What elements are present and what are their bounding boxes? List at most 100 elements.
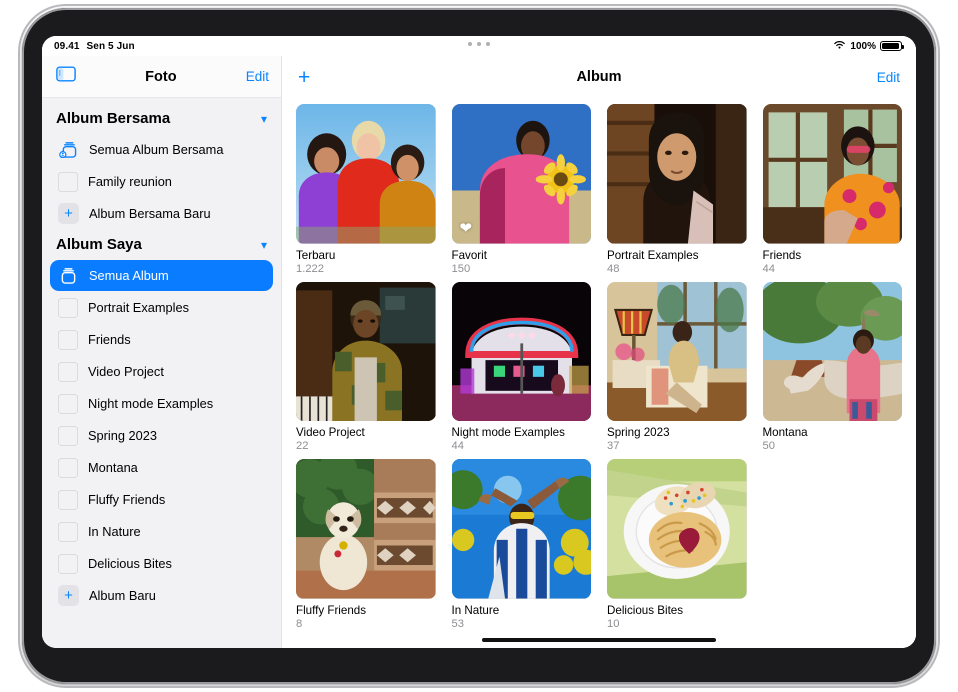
album-thumbnail — [58, 458, 78, 478]
heart-icon: ❤ — [460, 221, 473, 236]
album-cover[interactable] — [763, 104, 903, 244]
album-cell[interactable]: Delicious Bites10 — [607, 459, 747, 630]
album-cell[interactable]: Fluffy Friends8 — [296, 459, 436, 630]
sidebar-item-label: Video Project — [88, 364, 164, 379]
shared-albums-icon — [58, 141, 79, 158]
dot — [486, 42, 490, 46]
album-cell[interactable]: Friends44 — [763, 104, 903, 275]
album-name: Terbaru — [296, 249, 436, 262]
album-cell[interactable]: ◆ ◆ ◆ Night mode Examples44 — [452, 282, 592, 453]
album-count: 50 — [763, 440, 903, 452]
album-cover[interactable] — [296, 104, 436, 244]
sidebar-item-in-nature[interactable]: In Nature — [50, 516, 273, 547]
sidebar-header: Foto Edit — [42, 56, 281, 98]
album-cover[interactable] — [607, 282, 747, 422]
sidebar-item-portrait-examples[interactable]: Portrait Examples — [50, 292, 273, 323]
sidebar-toggle-icon[interactable] — [56, 66, 76, 87]
album-name: Favorit — [452, 249, 592, 262]
sidebar: Foto Edit Album Bersama▾Semua Album Bers… — [42, 56, 282, 648]
sidebar-item-spring-2023[interactable]: Spring 2023 — [50, 420, 273, 451]
sidebar-item-label: Album Bersama Baru — [89, 206, 211, 221]
album-thumbnail — [58, 490, 78, 510]
albums-grid: Terbaru1.222❤Favorit150Portrait Examples… — [282, 98, 916, 630]
sidebar-list[interactable]: Album Bersama▾Semua Album BersamaFamily … — [42, 98, 281, 648]
main-header: + Album Edit — [282, 56, 916, 98]
plus-icon: + — [58, 203, 79, 224]
sidebar-item-montana[interactable]: Montana — [50, 452, 273, 483]
sidebar-item-label: Montana — [88, 460, 138, 475]
album-count: 44 — [452, 440, 592, 452]
album-cover[interactable]: ❤ — [452, 104, 592, 244]
album-cover[interactable]: ◆ ◆ ◆ — [452, 282, 592, 422]
dot — [477, 42, 481, 46]
album-cell[interactable]: Terbaru1.222 — [296, 104, 436, 275]
sidebar-item-label: Album Baru — [89, 588, 156, 603]
sidebar-item-label: Family reunion — [88, 174, 172, 189]
sidebar-item-delicious-bites[interactable]: Delicious Bites — [50, 548, 273, 579]
album-cover[interactable] — [296, 282, 436, 422]
album-count: 8 — [296, 618, 436, 630]
sidebar-section-header[interactable]: Album Saya▾ — [42, 230, 281, 259]
album-name: Friends — [763, 249, 903, 262]
album-thumbnail — [58, 298, 78, 318]
album-cover[interactable] — [607, 459, 747, 599]
album-count: 22 — [296, 440, 436, 452]
chevron-down-icon[interactable]: ▾ — [261, 112, 267, 126]
album-thumbnail — [58, 172, 78, 192]
sidebar-item-label: Friends — [88, 332, 131, 347]
sidebar-item-video-project[interactable]: Video Project — [50, 356, 273, 387]
sidebar-item-label: Semua Album Bersama — [89, 142, 223, 157]
album-name: Spring 2023 — [607, 426, 747, 439]
page-title: Album — [324, 69, 874, 85]
album-cell[interactable]: Montana50 — [763, 282, 903, 453]
album-name: Delicious Bites — [607, 604, 747, 617]
album-count: 10 — [607, 618, 747, 630]
sidebar-section-title: Album Saya — [56, 236, 261, 253]
home-indicator-bar — [282, 630, 916, 649]
sidebar-item-semua-album[interactable]: Semua Album — [50, 260, 273, 291]
album-count: 48 — [607, 263, 747, 275]
main-panel: + Album Edit Terbaru1.222❤Favorit150Port… — [282, 56, 916, 648]
album-cell[interactable]: Spring 202337 — [607, 282, 747, 453]
album-cell[interactable]: Video Project22 — [296, 282, 436, 453]
album-thumbnail — [58, 330, 78, 350]
album-cover[interactable] — [607, 104, 747, 244]
main-edit-button[interactable]: Edit — [874, 70, 900, 85]
chevron-down-icon[interactable]: ▾ — [261, 238, 267, 252]
album-thumbnail — [58, 522, 78, 542]
sidebar-item-semua-album-bersama[interactable]: Semua Album Bersama — [50, 134, 273, 165]
album-thumbnail — [58, 362, 78, 382]
sidebar-item-night-mode-examples[interactable]: Night mode Examples — [50, 388, 273, 419]
album-name: Fluffy Friends — [296, 604, 436, 617]
content-area: Foto Edit Album Bersama▾Semua Album Bers… — [42, 56, 916, 648]
sidebar-item-label: Fluffy Friends — [88, 492, 165, 507]
album-count: 44 — [763, 263, 903, 275]
sidebar-edit-button[interactable]: Edit — [246, 69, 269, 84]
status-bar: 09.41 Sen 5 Jun 100% — [42, 36, 916, 56]
album-name: Night mode Examples — [452, 426, 592, 439]
album-cell[interactable]: In Nature53 — [452, 459, 592, 630]
album-cover[interactable] — [296, 459, 436, 599]
sidebar-section-header[interactable]: Album Bersama▾ — [42, 104, 281, 133]
sidebar-item-family-reunion[interactable]: Family reunion — [50, 166, 273, 197]
sidebar-item-label: Semua Album — [89, 268, 169, 283]
album-thumbnail — [58, 426, 78, 446]
sidebar-item-fluffy-friends[interactable]: Fluffy Friends — [50, 484, 273, 515]
album-thumbnail — [58, 554, 78, 574]
albums-stack-icon — [58, 267, 79, 284]
ipad-screen: 09.41 Sen 5 Jun 100% — [42, 36, 916, 648]
multitasking-dots-icon[interactable] — [42, 42, 916, 46]
add-album-button[interactable]: + — [298, 67, 324, 88]
album-cover[interactable] — [452, 459, 592, 599]
sidebar-item-label: Spring 2023 — [88, 428, 157, 443]
sidebar-section-title: Album Bersama — [56, 110, 261, 127]
album-cover[interactable] — [763, 282, 903, 422]
album-cell[interactable]: Portrait Examples48 — [607, 104, 747, 275]
album-count: 53 — [452, 618, 592, 630]
album-name: Portrait Examples — [607, 249, 747, 262]
sidebar-item-friends[interactable]: Friends — [50, 324, 273, 355]
sidebar-item-album-baru[interactable]: +Album Baru — [50, 580, 273, 611]
album-cell[interactable]: ❤Favorit150 — [452, 104, 592, 275]
home-indicator[interactable] — [482, 638, 716, 642]
sidebar-item-album-bersama-baru[interactable]: + Album Bersama Baru — [50, 198, 273, 229]
